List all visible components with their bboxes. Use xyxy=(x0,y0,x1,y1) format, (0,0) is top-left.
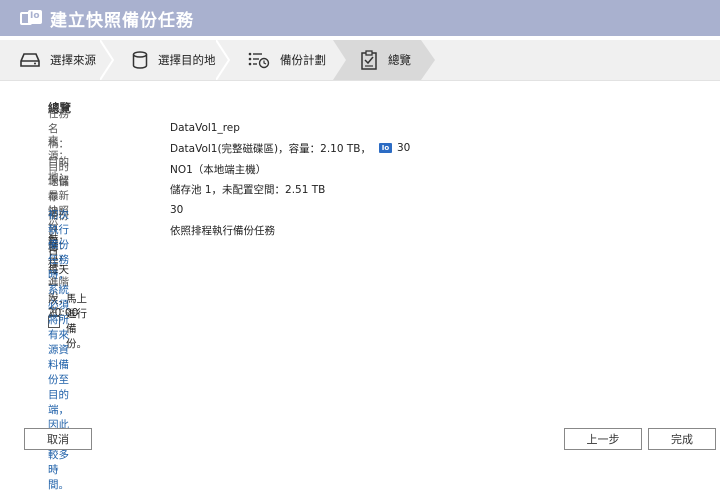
app-icon: Io xyxy=(20,10,42,26)
step-backup-schedule: 備份計劃 xyxy=(248,40,326,80)
title-bar: Io 建立快照備份任務 xyxy=(0,0,720,36)
snapshot-icon: Io xyxy=(379,143,392,153)
step-summary: 總覽 xyxy=(360,40,411,80)
wizard-steps: 選擇來源 選擇目的地 備份計劃 總覽 xyxy=(0,40,720,81)
database-icon xyxy=(132,51,148,69)
finish-button[interactable]: 完成 xyxy=(648,428,716,450)
cancel-button[interactable]: 取消 xyxy=(24,428,92,450)
drive-icon xyxy=(20,53,40,67)
schedule-list-icon xyxy=(248,52,270,69)
step-select-destination: 選擇目的地 xyxy=(132,40,216,80)
window-title: 建立快照備份任務 xyxy=(50,10,194,31)
step-select-source: 選擇來源 xyxy=(20,40,96,80)
clipboard-check-icon xyxy=(361,50,377,70)
back-button[interactable]: 上一步 xyxy=(564,428,642,450)
